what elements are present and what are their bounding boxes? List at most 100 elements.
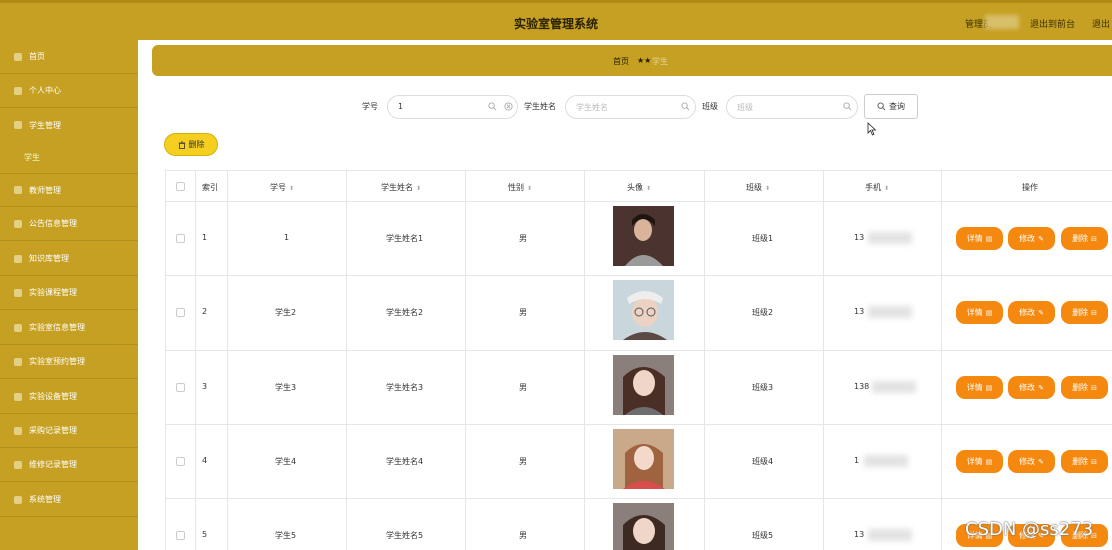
sidebar-item-knowledge[interactable]: 知识库管理 bbox=[0, 242, 138, 276]
sidebar-item-home[interactable]: 首页 bbox=[0, 40, 138, 74]
sidebar-item-notices[interactable]: 公告信息管理 bbox=[0, 207, 138, 241]
cell-index: 2 bbox=[202, 307, 208, 316]
sort-icon[interactable]: ⬍ bbox=[646, 185, 651, 192]
header-class[interactable]: 班级 ⬍ bbox=[746, 182, 770, 193]
bulk-delete-button[interactable]: 删除 bbox=[164, 133, 218, 156]
avatar bbox=[613, 355, 674, 415]
sidebar-item-label: 学生管理 bbox=[29, 120, 61, 130]
trash-icon: ⊟ bbox=[1091, 457, 1097, 466]
breadcrumb-home[interactable]: 首页 bbox=[613, 56, 629, 67]
sort-icon[interactable]: ⬍ bbox=[527, 185, 532, 192]
header-gender[interactable]: 性别 ⬍ bbox=[508, 182, 532, 193]
cell-class: 班级2 bbox=[752, 308, 774, 317]
detail-button[interactable]: 详情 ▤ bbox=[956, 376, 1003, 399]
sort-icon[interactable]: ⬍ bbox=[289, 185, 294, 192]
sidebar-item-teachers[interactable]: 教师管理 bbox=[0, 173, 138, 207]
cell-class: 班级4 bbox=[752, 457, 774, 466]
chat-icon bbox=[14, 495, 22, 504]
search-label-student-name: 学生姓名 bbox=[524, 102, 556, 111]
sidebar-subitem-student[interactable]: 学生 bbox=[0, 142, 138, 172]
trash-icon bbox=[178, 140, 185, 149]
edit-icon: ✎ bbox=[1038, 308, 1044, 317]
sidebar-item-lab-booking[interactable]: 实验室预约管理 bbox=[0, 345, 138, 379]
sidebar-item-profile[interactable]: 个人中心 bbox=[0, 74, 138, 108]
cell-student-name: 学生姓名5 bbox=[386, 531, 424, 540]
cell-phone: 13 bbox=[854, 530, 865, 539]
delete-button[interactable]: 删除 ⊟ bbox=[1061, 450, 1108, 473]
edit-button[interactable]: 修改 ✎ bbox=[1008, 227, 1055, 250]
sidebar-item-students[interactable]: 学生管理 bbox=[0, 108, 138, 142]
logout-link[interactable]: 退出 bbox=[1092, 17, 1110, 30]
sidebar-item-courses[interactable]: 实验课程管理 bbox=[0, 276, 138, 310]
delete-button[interactable]: 删除 ⊟ bbox=[1061, 376, 1108, 399]
select-all-checkbox[interactable] bbox=[176, 182, 185, 191]
detail-button[interactable]: 详情 ▤ bbox=[956, 301, 1003, 324]
sidebar-item-label: 个人中心 bbox=[29, 86, 61, 95]
detail-button[interactable]: 详情 ▤ bbox=[956, 450, 1003, 473]
cell-class: 班级5 bbox=[752, 531, 774, 540]
delete-button[interactable]: 删除 ⊟ bbox=[1061, 301, 1108, 324]
student-name-placeholder: 学生姓名 bbox=[576, 103, 608, 112]
globe-icon bbox=[14, 426, 22, 435]
student-no-input[interactable]: 1 bbox=[387, 95, 518, 119]
exit-to-front-link[interactable]: 退出到前台 bbox=[1030, 17, 1075, 30]
admin-name-blur bbox=[985, 15, 1019, 29]
detail-button[interactable]: 详情 ▤ bbox=[956, 227, 1003, 250]
cell-student-no: 学生4 bbox=[275, 457, 297, 466]
user-icon bbox=[14, 186, 22, 194]
header-actions: 操作 bbox=[1022, 183, 1038, 192]
sort-icon[interactable]: ⬍ bbox=[765, 185, 770, 192]
sidebar-item-label: 采购记录管理 bbox=[29, 426, 77, 435]
student-no-value: 1 bbox=[398, 102, 404, 111]
sidebar-item-lab-info[interactable]: 实验室信息管理 bbox=[0, 311, 138, 345]
sidebar-item-repair[interactable]: 维修记录管理 bbox=[0, 448, 138, 482]
search-icon bbox=[488, 102, 497, 111]
doc-icon bbox=[14, 392, 22, 401]
row-checkbox[interactable] bbox=[176, 234, 185, 243]
header-student-name[interactable]: 学生姓名 ⬍ bbox=[381, 182, 421, 193]
edit-button[interactable]: 修改 ✎ bbox=[1008, 301, 1055, 324]
cell-student-name: 学生姓名3 bbox=[386, 383, 424, 392]
header-index: 索引 bbox=[202, 183, 218, 192]
query-button[interactable]: 查询 bbox=[864, 94, 918, 119]
cell-class: 班级3 bbox=[752, 383, 774, 392]
sidebar-item-label: 实验设备管理 bbox=[29, 392, 77, 401]
sidebar-item-system[interactable]: 系统管理 bbox=[0, 483, 138, 517]
student-name-input[interactable]: 学生姓名 bbox=[565, 95, 696, 119]
sidebar-item-label: 公告信息管理 bbox=[29, 219, 77, 228]
clear-icon[interactable] bbox=[504, 102, 513, 111]
edit-button[interactable]: 修改 ✎ bbox=[1008, 376, 1055, 399]
phone-blur bbox=[868, 529, 912, 541]
edit-button[interactable]: 修改 ✎ bbox=[1008, 450, 1055, 473]
cell-class: 班级1 bbox=[752, 234, 774, 243]
row-checkbox[interactable] bbox=[176, 308, 185, 317]
sort-icon[interactable]: ⬍ bbox=[884, 185, 889, 192]
phone-blur bbox=[868, 306, 912, 318]
chart-icon bbox=[14, 323, 22, 332]
sidebar-item-label: 维修记录管理 bbox=[29, 460, 77, 469]
edit-icon: ✎ bbox=[1038, 234, 1044, 243]
cell-gender: 男 bbox=[519, 457, 527, 466]
doc-icon bbox=[14, 288, 22, 297]
query-button-label: 查询 bbox=[889, 102, 905, 111]
sidebar-item-purchase[interactable]: 采购记录管理 bbox=[0, 414, 138, 448]
sidebar-item-label: 知识库管理 bbox=[29, 254, 69, 263]
header-avatar[interactable]: 头像 ⬍ bbox=[627, 182, 651, 193]
delete-button[interactable]: 删除 ⊟ bbox=[1061, 227, 1108, 250]
watermark: CSDN @ss273 bbox=[965, 519, 1094, 540]
mouse-cursor-icon bbox=[867, 122, 877, 136]
row-checkbox[interactable] bbox=[176, 531, 185, 540]
sort-icon[interactable]: ⬍ bbox=[416, 185, 421, 192]
top-bar: 实验室管理系统 管理员 退出到前台 退出 bbox=[0, 0, 1112, 40]
doc-icon: ▤ bbox=[985, 383, 993, 392]
sidebar-item-label: 教师管理 bbox=[29, 185, 61, 195]
app-title: 实验室管理系统 bbox=[513, 17, 598, 31]
avatar bbox=[613, 429, 674, 489]
doc-icon bbox=[14, 254, 22, 263]
sidebar-item-equipment[interactable]: 实验设备管理 bbox=[0, 380, 138, 414]
row-checkbox[interactable] bbox=[176, 383, 185, 392]
row-checkbox[interactable] bbox=[176, 457, 185, 466]
header-phone[interactable]: 手机 ⬍ bbox=[865, 182, 889, 193]
class-input[interactable]: 班级 bbox=[726, 95, 858, 119]
header-student-no[interactable]: 学号 ⬍ bbox=[270, 182, 294, 193]
